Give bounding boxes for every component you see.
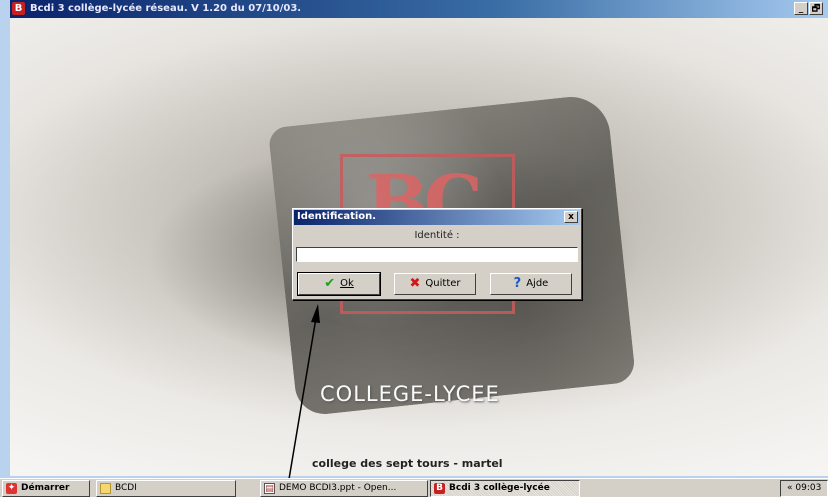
minimize-button[interactable]: _ — [794, 2, 808, 15]
help-button[interactable]: ? Ajde — [490, 273, 572, 295]
presentation-icon: ▤ — [264, 483, 275, 494]
dialog-titlebar[interactable]: Identification. x — [294, 210, 580, 225]
app-icon: B — [12, 2, 25, 15]
folder-icon — [100, 483, 111, 494]
help-label: Ajde — [526, 278, 549, 289]
taskbar: ✦ Démarrer BCDI ▤ DEMO BCDI3.ppt - Open.… — [0, 478, 828, 497]
dialog-close-button[interactable]: x — [564, 211, 578, 223]
ok-label: Ok — [340, 278, 354, 289]
start-button[interactable]: ✦ Démarrer — [2, 480, 90, 497]
clock: 09:03 — [795, 483, 822, 493]
quit-label: Quitter — [425, 278, 461, 289]
taskbar-item-label: Bcdi 3 collège-lycée — [449, 483, 550, 493]
taskbar-item-bcdi[interactable]: BCDI — [96, 480, 236, 497]
start-label: Démarrer — [21, 483, 70, 493]
window-title: Bcdi 3 collège-lycée réseau. V 1.20 du 0… — [30, 3, 302, 14]
edition-label: COLLEGE-LYCEE — [320, 382, 500, 406]
tray-expand-icon[interactable]: « — [787, 483, 793, 493]
maximize-button[interactable]: 🗗 — [809, 2, 823, 15]
identity-label: Identité : — [414, 230, 460, 241]
ok-button[interactable]: ✔ Ok — [297, 272, 381, 296]
taskbar-item-bcdi3[interactable]: B Bcdi 3 collège-lycée — [430, 480, 580, 497]
windows-logo-icon: ✦ — [6, 483, 17, 494]
identification-dialog: Identification. x Identité : ✔ Ok ✖ Quitte… — [292, 208, 582, 300]
bcdi-app-icon: B — [434, 483, 445, 494]
taskbar-item-label: DEMO BCDI3.ppt - Open... — [279, 483, 397, 493]
check-icon: ✔ — [324, 276, 336, 291]
identity-input[interactable] — [296, 247, 578, 262]
question-icon: ? — [513, 276, 522, 291]
cross-icon: ✖ — [409, 276, 421, 291]
dialog-title: Identification. — [297, 211, 377, 222]
window-titlebar[interactable]: B Bcdi 3 collège-lycée réseau. V 1.20 du… — [10, 0, 828, 18]
system-tray: « 09:03 — [780, 480, 828, 497]
quit-button[interactable]: ✖ Quitter — [394, 273, 476, 295]
taskbar-item-presentation[interactable]: ▤ DEMO BCDI3.ppt - Open... — [260, 480, 428, 497]
school-name: college des sept tours - martel — [312, 457, 503, 470]
application-window: B Bcdi 3 collège-lycée réseau. V 1.20 du… — [10, 0, 828, 476]
taskbar-item-label: BCDI — [115, 483, 137, 493]
